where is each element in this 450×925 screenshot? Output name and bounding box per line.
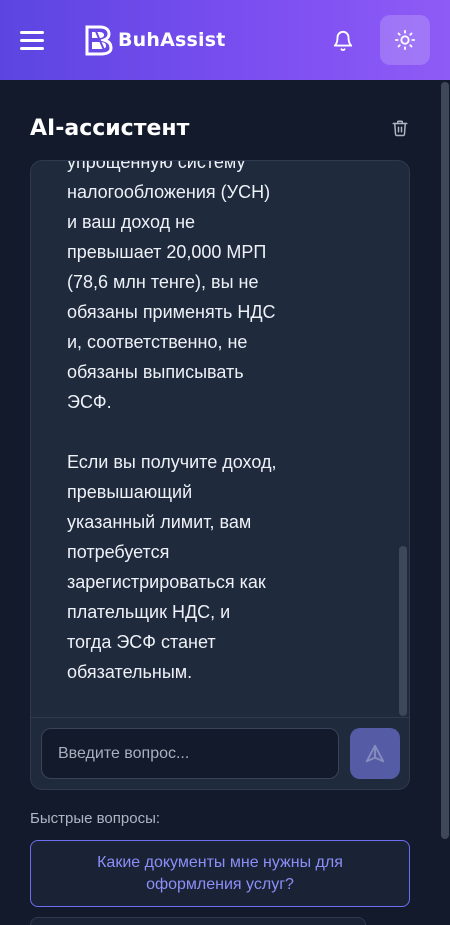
message-list-scrollbar[interactable] bbox=[399, 546, 407, 716]
divider bbox=[31, 717, 409, 718]
send-icon bbox=[365, 744, 385, 762]
quick-question-button-2[interactable] bbox=[30, 917, 366, 925]
app-name: BuhAssist bbox=[118, 29, 226, 51]
message-list[interactable]: упрощенную систему налогообложения (УСН)… bbox=[31, 161, 409, 717]
bell-icon bbox=[333, 31, 353, 52]
send-button[interactable] bbox=[350, 728, 400, 779]
app-logo[interactable]: BuhAssist bbox=[84, 24, 226, 56]
quick-questions-label: Быстрые вопросы: bbox=[30, 810, 161, 827]
clear-chat-button[interactable] bbox=[389, 117, 411, 139]
theme-toggle-button[interactable] bbox=[380, 15, 430, 65]
buhassist-logo-icon bbox=[85, 25, 113, 56]
assistant-message: упрощенную систему налогообложения (УСН)… bbox=[67, 161, 277, 682]
hamburger-icon bbox=[20, 30, 44, 34]
notifications-button[interactable] bbox=[328, 26, 358, 56]
sun-icon bbox=[394, 29, 416, 51]
quick-question-button[interactable]: Какие документы мне нужны для оформления… bbox=[30, 840, 410, 907]
question-input-wrapper bbox=[41, 728, 339, 779]
question-input[interactable] bbox=[42, 729, 338, 778]
page-title: AI-ассистент bbox=[30, 116, 190, 141]
page-scrollbar-thumb[interactable] bbox=[441, 82, 449, 839]
chat-panel: упрощенную систему налогообложения (УСН)… bbox=[30, 160, 410, 790]
menu-button[interactable] bbox=[20, 26, 50, 54]
trash-icon bbox=[392, 120, 408, 137]
app-header: BuhAssist bbox=[0, 0, 450, 80]
